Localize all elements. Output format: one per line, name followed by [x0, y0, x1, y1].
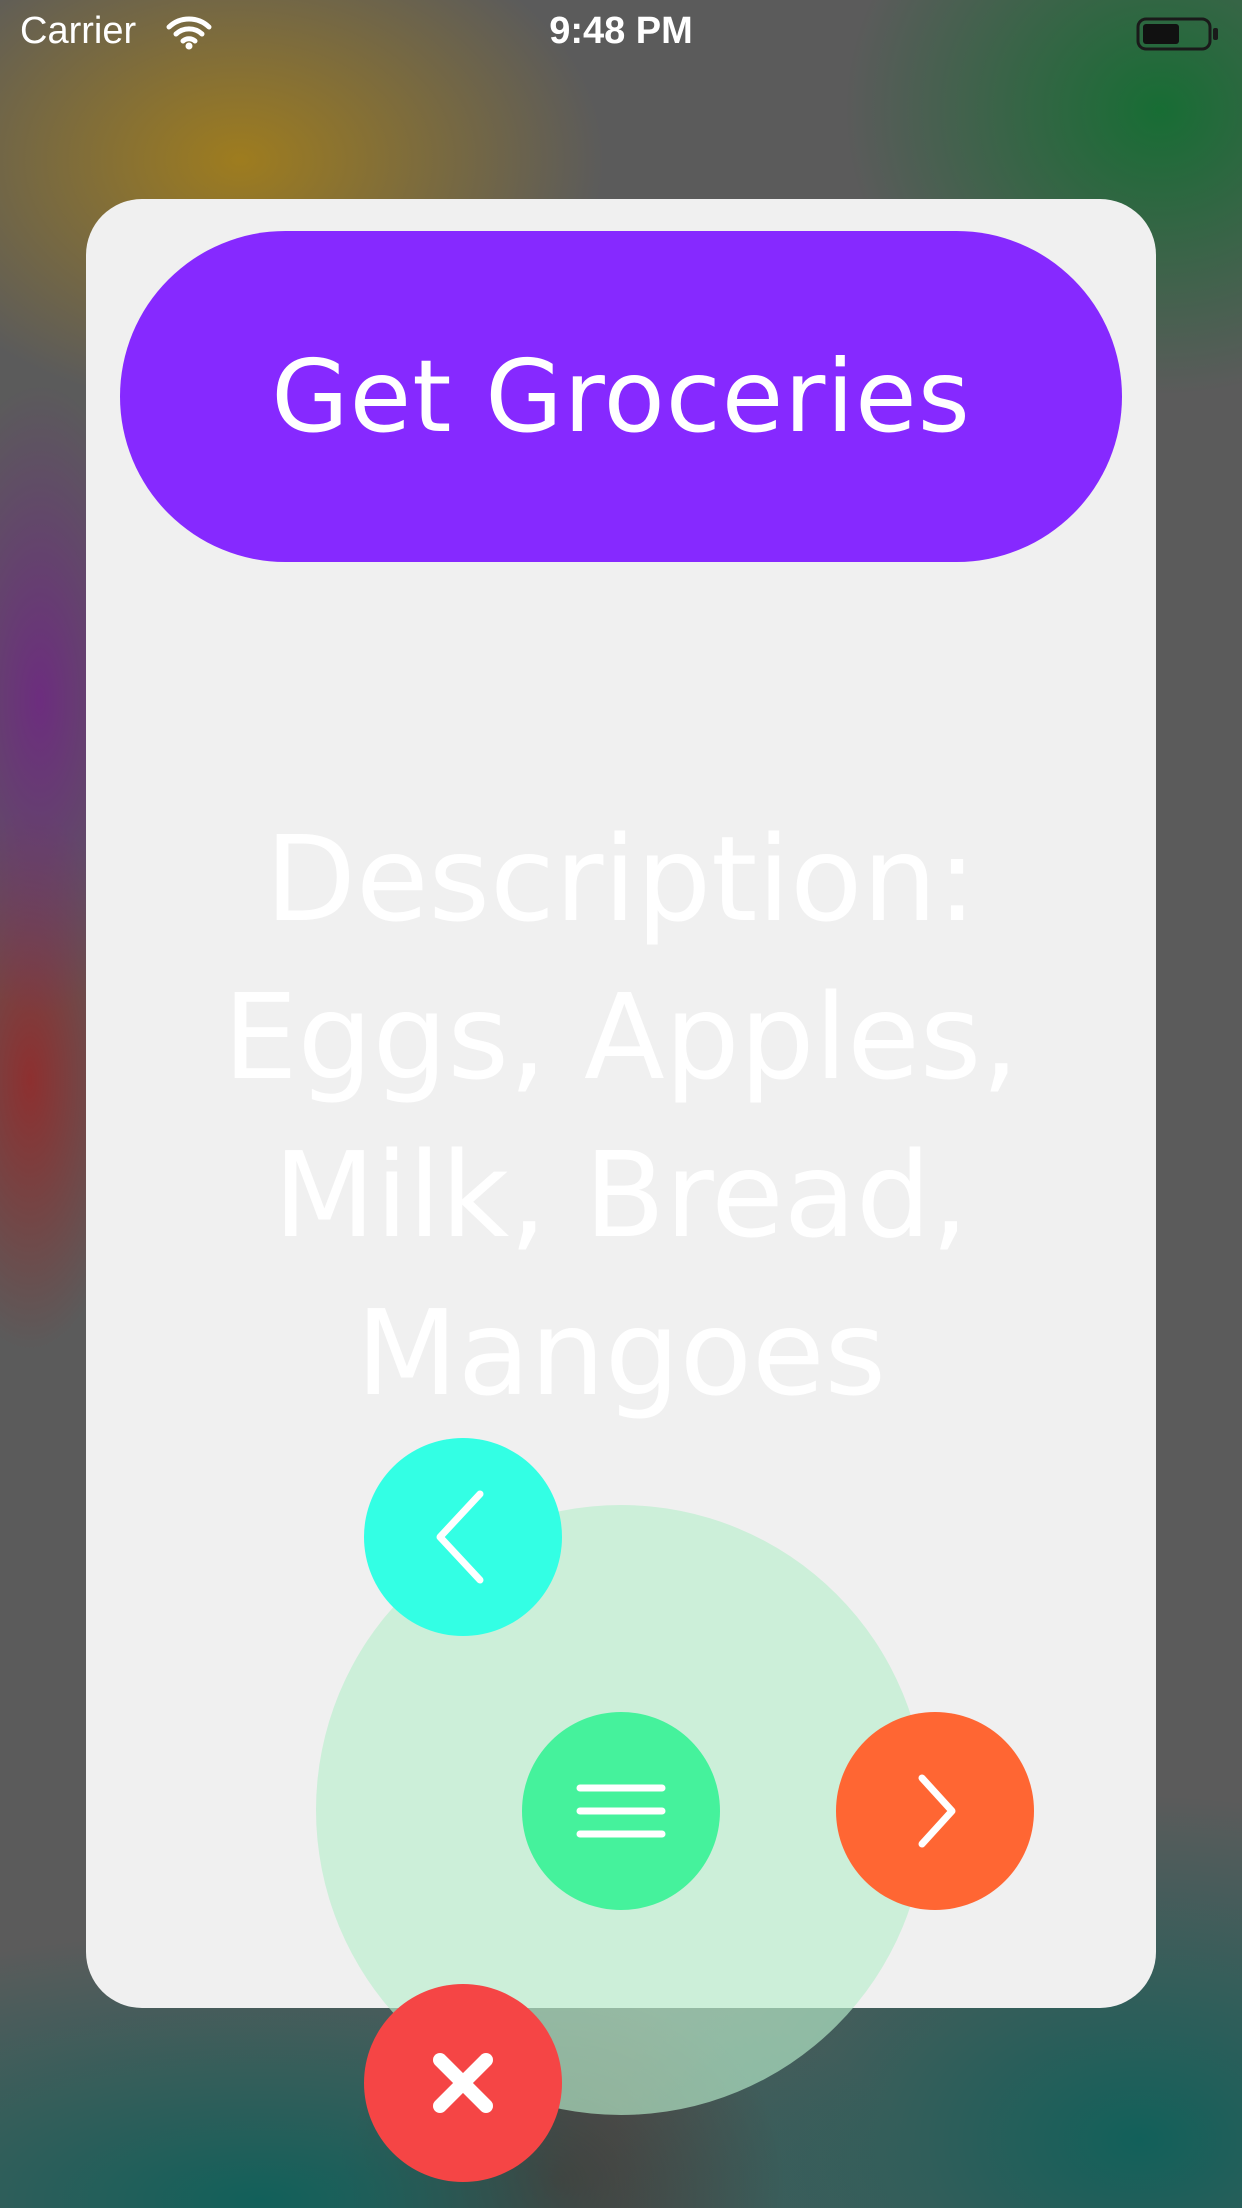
menu-button[interactable]	[522, 1712, 720, 1910]
next-button[interactable]	[836, 1712, 1034, 1910]
chevron-right-icon	[918, 1774, 956, 1848]
close-button[interactable]	[364, 1984, 562, 2182]
back-button[interactable]	[364, 1438, 562, 1636]
task-description: Description: Eggs, Apples, Milk, Bread, …	[223, 810, 1019, 1422]
task-title-label: Get Groceries	[271, 338, 971, 455]
status-bar: Carrier 9:48 PM	[0, 0, 1242, 66]
close-icon	[433, 2053, 493, 2113]
battery-icon	[1136, 16, 1220, 52]
task-title[interactable]: Get Groceries	[120, 231, 1122, 562]
status-time: 9:48 PM	[549, 10, 693, 52]
chevron-left-icon	[436, 1490, 484, 1584]
hamburger-menu-icon	[576, 1784, 666, 1838]
